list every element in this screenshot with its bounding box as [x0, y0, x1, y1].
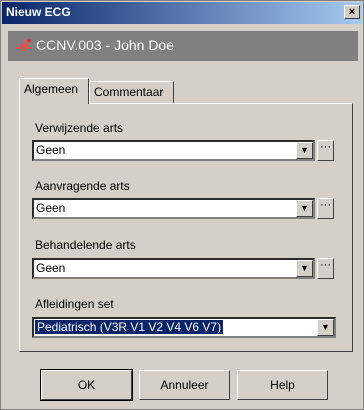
referring-physician-select[interactable]: Geen ▼: [32, 140, 315, 161]
ok-button[interactable]: OK: [40, 369, 133, 401]
requesting-dropdown-button[interactable]: ▼: [296, 200, 313, 217]
tab-commentaar[interactable]: Commentaar: [89, 81, 174, 103]
window-title: Nieuw ECG: [6, 5, 71, 19]
tab-algemeen[interactable]: Algemeen: [19, 78, 89, 104]
ecg-heart-icon: [16, 39, 32, 52]
treating-physician-value: Geen: [36, 261, 66, 275]
referring-dropdown-button[interactable]: ▼: [296, 142, 313, 159]
patient-header: CCNV.003 - John Doe: [8, 31, 358, 61]
lead-set-select[interactable]: Pediatrisch (V3R V1 V2 V4 V6 V7) ▼: [32, 317, 336, 338]
patient-header-text: CCNV.003 - John Doe: [36, 37, 175, 53]
requesting-browse-button[interactable]: ···: [317, 198, 334, 219]
referring-physician-label: Verwijzende arts: [35, 121, 124, 135]
dialog-window: Nieuw ECG × CCNV.003 - John Doe Algemeen…: [0, 0, 364, 410]
treating-dropdown-button[interactable]: ▼: [296, 260, 313, 277]
requesting-physician-value: Geen: [36, 201, 66, 215]
treating-browse-button[interactable]: ···: [317, 258, 334, 279]
treating-physician-select[interactable]: Geen ▼: [32, 258, 315, 279]
close-button[interactable]: ×: [344, 5, 360, 19]
requesting-physician-select[interactable]: Geen ▼: [32, 198, 315, 219]
lead-set-label: Afleidingen set: [35, 297, 114, 311]
referring-physician-value: Geen: [36, 143, 66, 157]
treating-physician-label: Behandelende arts: [35, 238, 136, 252]
cancel-button[interactable]: Annuleer: [139, 370, 230, 400]
requesting-physician-label: Aanvragende arts: [35, 179, 130, 193]
lead-set-value: Pediatrisch (V3R V1 V2 V4 V6 V7): [35, 320, 224, 334]
referring-browse-button[interactable]: ···: [317, 140, 334, 161]
lead-set-dropdown-button[interactable]: ▼: [317, 319, 334, 336]
help-button[interactable]: Help: [237, 370, 328, 400]
title-bar[interactable]: Nieuw ECG ×: [2, 2, 362, 24]
